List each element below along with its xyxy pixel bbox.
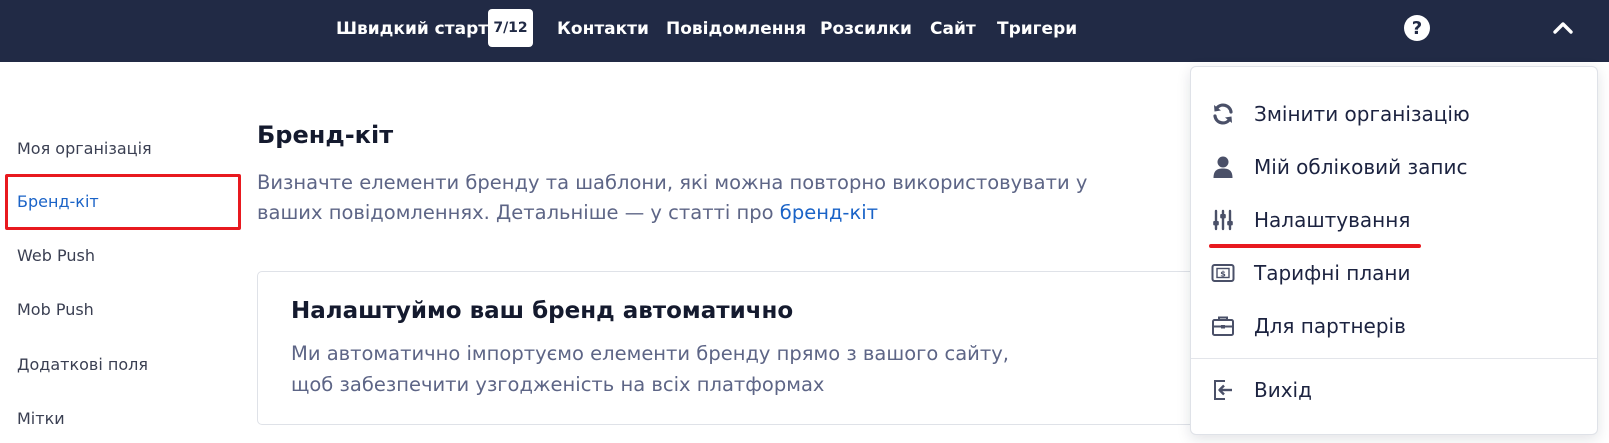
sync-icon bbox=[1213, 103, 1233, 125]
top-navigation-bar: Швидкий старт 7/12 Контакти Повідомлення… bbox=[0, 0, 1609, 62]
nav-contacts[interactable]: Контакти bbox=[557, 0, 649, 62]
sliders-icon bbox=[1213, 209, 1233, 231]
nav-campaigns[interactable]: Розсилки bbox=[820, 0, 912, 62]
money-bill-icon: $ bbox=[1211, 264, 1235, 282]
auto-brand-card: Налаштуймо ваш бренд автоматично Ми авто… bbox=[257, 271, 1197, 425]
sidebar-item-web-push[interactable]: Web Push bbox=[17, 241, 95, 271]
menu-item-my-account[interactable]: Мій обліковий запис bbox=[1191, 142, 1597, 192]
brand-kit-article-link[interactable]: бренд-кіт bbox=[780, 201, 878, 224]
account-dropdown-menu: Змінити організацію Мій обліковий запис … bbox=[1190, 66, 1598, 435]
menu-item-logout[interactable]: Вихід bbox=[1191, 365, 1597, 415]
sidebar-item-mob-push[interactable]: Mob Push bbox=[17, 295, 94, 325]
menu-label-pricing-plans: Тарифні плани bbox=[1254, 261, 1411, 285]
page-description: Визначте елементи бренду та шаблони, які… bbox=[257, 168, 1157, 228]
menu-divider bbox=[1191, 358, 1597, 359]
quick-start-progress-badge[interactable]: 7/12 bbox=[488, 9, 533, 47]
page-title: Бренд-кіт bbox=[257, 121, 394, 149]
help-icon[interactable]: ? bbox=[1404, 15, 1430, 41]
menu-item-pricing-plans[interactable]: $ Тарифні плани bbox=[1191, 248, 1597, 298]
svg-text:$: $ bbox=[1220, 269, 1226, 278]
card-description: Ми автоматично імпортуємо елементи бренд… bbox=[291, 342, 1009, 396]
sign-out-icon bbox=[1214, 380, 1232, 400]
sidebar-item-brand-kit[interactable]: Бренд-кіт bbox=[17, 187, 99, 217]
nav-messages[interactable]: Повідомлення bbox=[666, 0, 806, 62]
briefcase-icon bbox=[1212, 316, 1234, 336]
nav-quick-start[interactable]: Швидкий старт bbox=[336, 0, 488, 62]
user-icon bbox=[1213, 156, 1233, 178]
sidebar-item-tags[interactable]: Мітки bbox=[17, 404, 65, 434]
menu-label-logout: Вихід bbox=[1254, 378, 1312, 402]
menu-item-partners[interactable]: Для партнерів bbox=[1191, 301, 1597, 351]
menu-item-switch-organization[interactable]: Змінити організацію bbox=[1191, 89, 1597, 139]
menu-item-settings[interactable]: Налаштування bbox=[1191, 195, 1597, 245]
nav-site[interactable]: Сайт bbox=[930, 0, 976, 62]
menu-label-settings: Налаштування bbox=[1254, 208, 1411, 232]
menu-label-switch-organization: Змінити організацію bbox=[1254, 102, 1470, 126]
sidebar-item-custom-fields[interactable]: Додаткові поля bbox=[17, 350, 148, 380]
menu-label-my-account: Мій обліковий запис bbox=[1254, 155, 1468, 179]
chevron-up-icon[interactable] bbox=[1551, 16, 1575, 40]
page-description-text: Визначте елементи бренду та шаблони, які… bbox=[257, 171, 1088, 224]
menu-label-partners: Для партнерів bbox=[1254, 314, 1406, 338]
card-title: Налаштуймо ваш бренд автоматично bbox=[291, 298, 794, 324]
nav-triggers[interactable]: Тригери bbox=[997, 0, 1077, 62]
sidebar-item-my-organization[interactable]: Моя організація bbox=[17, 134, 152, 164]
